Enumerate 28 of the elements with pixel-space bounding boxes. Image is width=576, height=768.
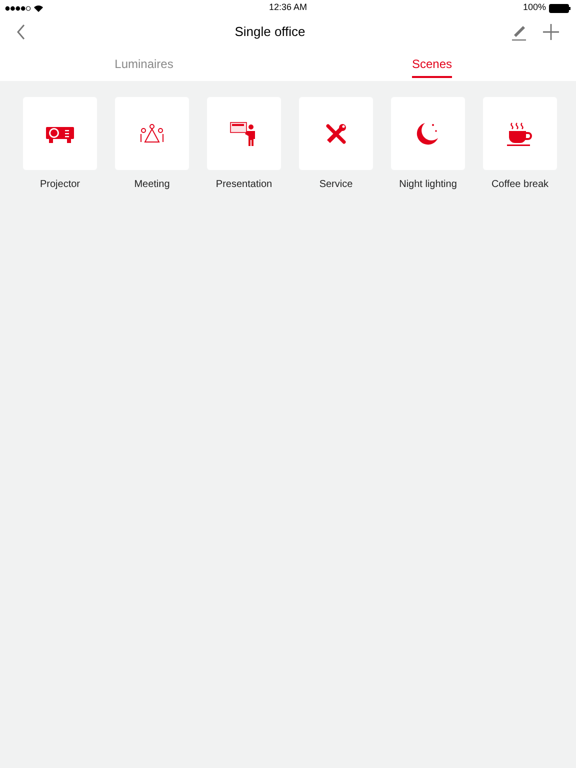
scene-tile[interactable]: Meeting (115, 97, 189, 192)
edit-button[interactable] (510, 23, 528, 41)
battery-icon (549, 4, 571, 12)
scene-tile[interactable]: Night lighting (391, 97, 465, 192)
scene-tile[interactable]: Service (299, 97, 373, 192)
coffee-cup-icon (507, 122, 533, 146)
scene-tile[interactable]: Presentation (207, 97, 281, 192)
tab[interactable]: Luminaires (0, 48, 288, 81)
scene-label: Service (319, 178, 353, 192)
tools-icon (325, 122, 347, 144)
presenter-icon (230, 122, 258, 146)
scene-label: Night lighting (399, 178, 457, 192)
scene-label: Presentation (216, 178, 272, 192)
projector-icon (46, 124, 74, 142)
battery-percent: 100% (522, 1, 546, 14)
scene-label: Coffee break (491, 178, 549, 192)
wifi-icon (34, 4, 43, 12)
meeting-table-icon (140, 124, 164, 144)
scene-tile[interactable]: Projector (23, 97, 97, 192)
tab[interactable]: Scenes (288, 48, 576, 81)
scene-label: Meeting (134, 178, 170, 192)
scene-tile[interactable]: Coffee break (483, 97, 557, 192)
scene-label: Projector (40, 178, 80, 192)
add-button[interactable] (542, 23, 560, 41)
signal-icon (5, 6, 31, 10)
status-time: 12:36 AM (268, 1, 308, 14)
moon-icon (416, 122, 440, 146)
page-title: Single office (234, 23, 306, 42)
